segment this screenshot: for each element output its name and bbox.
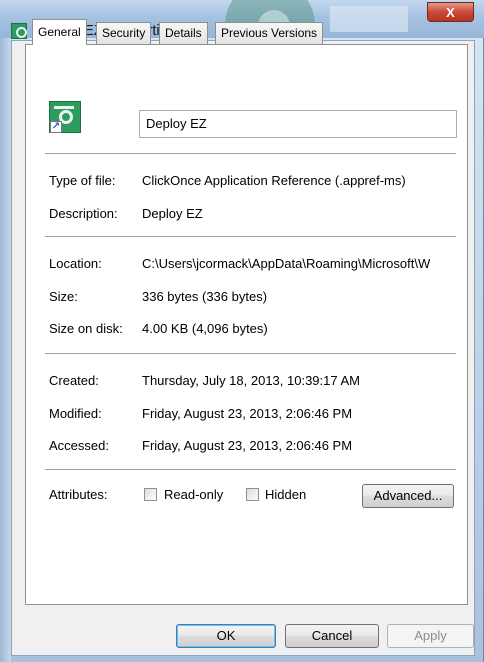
separator bbox=[45, 153, 456, 155]
apply-button[interactable]: Apply bbox=[387, 624, 474, 648]
window-frame bbox=[0, 38, 11, 662]
type-of-file-label: Type of file: bbox=[49, 173, 116, 188]
file-name-field[interactable]: Deploy EZ bbox=[139, 110, 457, 138]
modified-value: Friday, August 23, 2013, 2:06:46 PM bbox=[142, 406, 353, 421]
tab-previous-versions[interactable]: Previous Versions bbox=[215, 22, 324, 44]
separator bbox=[45, 353, 456, 355]
advanced-button[interactable]: Advanced... bbox=[362, 484, 454, 508]
hidden-checkbox[interactable] bbox=[246, 488, 259, 501]
size-on-disk-label: Size on disk: bbox=[49, 321, 123, 336]
read-only-label[interactable]: Read-only bbox=[164, 487, 223, 502]
shortcut-arrow-icon: ↗ bbox=[50, 121, 62, 133]
description-label: Description: bbox=[49, 206, 118, 221]
title-bar-background-decoration bbox=[330, 6, 408, 32]
location-value[interactable]: C:\Users\jcormack\AppData\Roaming\Micros… bbox=[142, 256, 430, 271]
accessed-label: Accessed: bbox=[49, 438, 109, 453]
separator bbox=[45, 236, 456, 238]
size-label: Size: bbox=[49, 289, 78, 304]
cancel-button[interactable]: Cancel bbox=[285, 624, 379, 648]
created-value: Thursday, July 18, 2013, 10:39:17 AM bbox=[142, 373, 361, 388]
attributes-label: Attributes: bbox=[49, 487, 108, 502]
ok-button[interactable]: OK bbox=[176, 624, 276, 648]
created-label: Created: bbox=[49, 373, 99, 388]
tab-general[interactable]: General bbox=[32, 19, 87, 45]
location-label: Location: bbox=[49, 256, 102, 271]
clickonce-app-shortcut-icon: ↗ bbox=[49, 101, 81, 133]
accessed-value: Friday, August 23, 2013, 2:06:46 PM bbox=[142, 438, 353, 453]
properties-window: Deploy EZ Properties X General Security … bbox=[0, 0, 484, 662]
read-only-checkbox[interactable] bbox=[144, 488, 157, 501]
app-icon[interactable] bbox=[11, 23, 27, 39]
size-value: 336 bytes (336 bytes) bbox=[142, 289, 268, 304]
tab-security[interactable]: Security bbox=[96, 22, 152, 44]
separator bbox=[45, 469, 456, 471]
tab-details[interactable]: Details bbox=[159, 22, 208, 44]
modified-label: Modified: bbox=[49, 406, 102, 421]
type-of-file-value: ClickOnce Application Reference (.appref… bbox=[142, 173, 406, 188]
description-value: Deploy EZ bbox=[142, 206, 203, 221]
size-on-disk-value: 4.00 KB (4,096 bytes) bbox=[142, 321, 268, 336]
hidden-label[interactable]: Hidden bbox=[265, 487, 306, 502]
close-button[interactable]: X bbox=[427, 2, 474, 22]
